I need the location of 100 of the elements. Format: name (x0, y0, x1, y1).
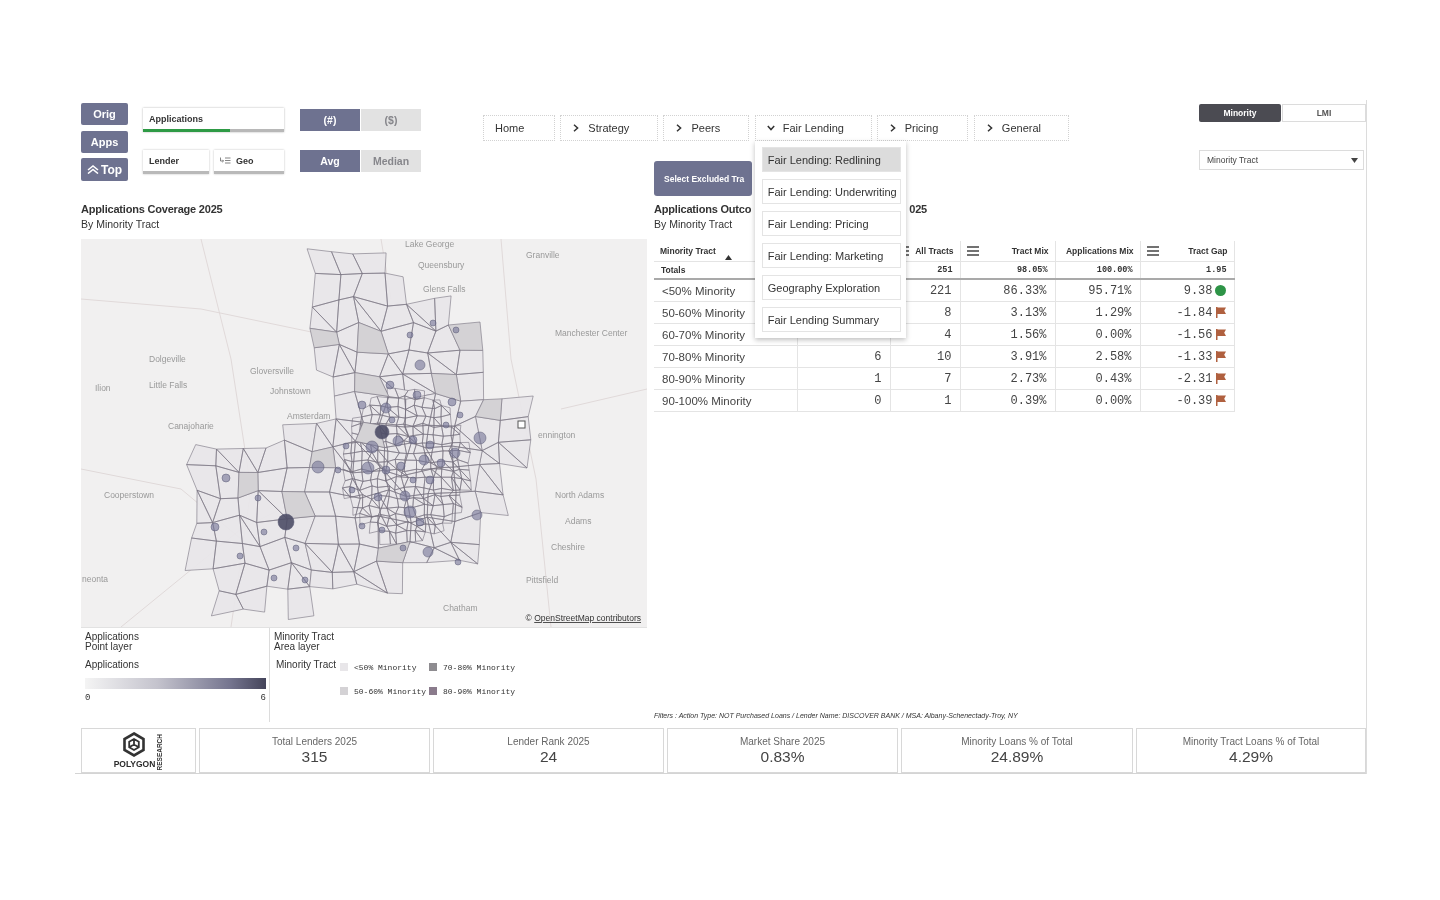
nav-tab[interactable]: Home (483, 115, 556, 141)
map-attribution: © OpenStreetMap contributors (525, 613, 641, 623)
panel-title: 025 (909, 202, 927, 216)
scale-max-label: 6 (260, 693, 266, 703)
menu-item[interactable]: Fair Lending: Redlining (761, 147, 901, 172)
kpi-value: 0.83% (760, 748, 805, 766)
kpi-value: 24 (539, 748, 558, 766)
application-dot (454, 558, 462, 566)
chevron-right-icon (572, 124, 581, 132)
table-cell: -1.84 (1176, 305, 1213, 320)
place-label: Queensbury (418, 260, 465, 270)
table-cell: 0.00% (1055, 323, 1140, 346)
table-cell: -0.39 (1176, 393, 1213, 408)
table-cell: 1.29% (1055, 301, 1140, 324)
application-dot (358, 522, 366, 530)
layer-select[interactable]: Minority Tract (1199, 150, 1364, 170)
legend-label: <50% Minority (354, 662, 417, 672)
square-marker-icon (517, 420, 526, 429)
column-header[interactable]: Minority Tract (660, 246, 716, 256)
table-cell: 0 (797, 389, 890, 412)
application-dot (270, 574, 278, 582)
legend-field: Minority Tract (276, 659, 336, 671)
panel-subtitle: By Minority Tract (81, 218, 160, 230)
shortcut-button[interactable]: Apps (81, 131, 128, 153)
table-cell: 2.58% (1055, 345, 1140, 368)
table-cell: 3.13% (960, 301, 1055, 324)
kpi-value: 4.29% (1229, 748, 1273, 766)
logo-wordmark: POLYGON (113, 759, 156, 769)
shortcut-button[interactable]: Top (81, 158, 128, 181)
select-excluded-button[interactable]: Select Excluded Tra (654, 161, 752, 196)
double-chevron-up-icon (86, 165, 99, 174)
nav-tab[interactable]: Strategy (560, 115, 659, 141)
menu-item[interactable]: Fair Lending: Pricing (761, 211, 901, 236)
place-label: Chatham (443, 603, 478, 613)
menu-icon[interactable] (1146, 246, 1159, 256)
kpi-label: Market Share 2025 (739, 736, 826, 748)
tract-polygon (309, 328, 340, 349)
toggle-option[interactable]: Avg (300, 150, 360, 172)
application-dot (449, 447, 461, 459)
panel-title: Applications Coverage 2025 (81, 202, 223, 216)
menu-icon[interactable] (966, 246, 979, 256)
measure-filter[interactable]: Applications (143, 108, 284, 132)
toggle-option[interactable]: (#) (300, 109, 360, 131)
kpi-label: Minority Loans % of Total (961, 736, 1073, 748)
kpi-label: Minority Tract Loans % of Total (1182, 736, 1320, 748)
menu-item[interactable]: Geography Exploration (761, 275, 901, 300)
application-dot (442, 421, 450, 429)
legend-subtitle: Point layer (85, 642, 133, 652)
sort-arrow-icon[interactable] (724, 255, 732, 260)
legend-subtitle: Area layer (274, 642, 320, 652)
tract-polygon (356, 322, 389, 355)
application-dot (221, 473, 231, 483)
column-header[interactable]: Tract Mix (1011, 246, 1049, 256)
application-dot (414, 359, 426, 371)
toggle-option[interactable]: Minority (1199, 104, 1281, 122)
kpi-label: Lender Rank 2025 (507, 736, 590, 748)
place-label: Adams (565, 516, 592, 526)
chevron-down-icon (766, 124, 775, 132)
place-label: Ilion (95, 383, 111, 393)
application-dot (373, 492, 383, 502)
total-cell: 1.95 (1140, 261, 1234, 279)
application-dot (436, 458, 446, 468)
menu-item[interactable]: Fair Lending Summary (761, 307, 901, 332)
menu-item[interactable]: Fair Lending: Underwriting (761, 179, 901, 204)
table-cell: 0.39% (960, 389, 1055, 412)
tract-polygon (475, 398, 503, 421)
application-dot (471, 509, 483, 521)
table-cell: 3.91% (960, 345, 1055, 368)
table-cell: 9.38 (1183, 283, 1213, 298)
application-dot (447, 397, 457, 407)
attribution-link[interactable]: OpenStreetMap contributors (534, 613, 641, 623)
tract-polygon (237, 472, 259, 499)
menu-item[interactable]: Fair Lending: Marketing (761, 243, 901, 268)
application-dot (292, 544, 300, 552)
toggle-option[interactable]: LMI (1282, 104, 1366, 122)
chevron-right-icon (675, 124, 684, 132)
table-cell: 1 (890, 389, 960, 412)
nav-tab[interactable]: General (973, 115, 1069, 141)
application-dot (399, 490, 411, 502)
tract-polygon (448, 321, 484, 351)
legend-measure: Applications (85, 659, 139, 671)
nav-tab[interactable]: Peers (663, 115, 749, 141)
scale-min-label: 0 (85, 693, 91, 703)
place-label: Cooperstown (104, 490, 155, 500)
place-label: Canajoharie (168, 421, 214, 431)
shortcut-button[interactable]: Orig (81, 103, 128, 125)
application-dot (342, 442, 350, 450)
dimension-button[interactable]: Geo (214, 150, 284, 174)
place-label: neonta (82, 574, 108, 584)
application-dot (408, 435, 418, 445)
application-dot (456, 411, 464, 419)
nav-tab[interactable]: Pricing (876, 115, 968, 141)
application-dot (357, 400, 367, 410)
application-dot (403, 505, 417, 519)
panel-title: Applications Outco (654, 202, 752, 216)
application-dot (254, 494, 262, 502)
nav-tab[interactable]: Fair Lending (754, 115, 872, 141)
table-cell: 0.00% (1055, 389, 1140, 412)
dimension-button[interactable]: Lender (143, 150, 209, 174)
panel-subtitle: By Minority Tract (654, 218, 733, 230)
